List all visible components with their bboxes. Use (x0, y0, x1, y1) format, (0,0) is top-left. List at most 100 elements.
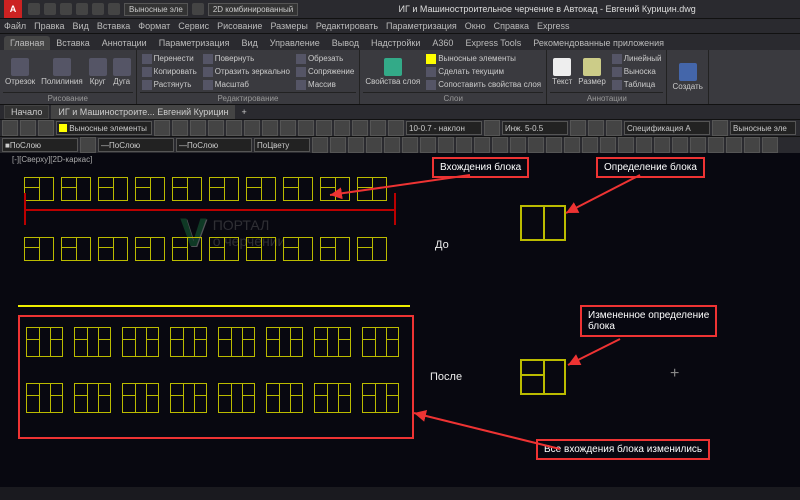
menu-draw[interactable]: Рисование (217, 21, 262, 31)
menu-view[interactable]: Вид (73, 21, 89, 31)
tb-icon[interactable] (190, 120, 206, 136)
add-doc-tab[interactable]: + (237, 107, 250, 117)
tb-icon[interactable] (208, 120, 224, 136)
tb-icon[interactable] (582, 137, 598, 153)
tb-icon[interactable] (388, 120, 404, 136)
polyline-button[interactable]: Полилиния (39, 57, 85, 87)
stretch-button[interactable]: Растянуть (140, 79, 199, 91)
create-button[interactable]: Создать (670, 62, 704, 92)
viewport-label[interactable]: [-][Сверху][2D-каркас] (12, 155, 92, 164)
tab-home[interactable]: Главная (4, 36, 50, 50)
menu-dims[interactable]: Размеры (270, 21, 307, 31)
tb-icon[interactable] (618, 137, 634, 153)
tb-icon[interactable] (528, 137, 544, 153)
tb-icon[interactable] (474, 137, 490, 153)
tab-insert[interactable]: Вставка (50, 36, 95, 50)
menu-format[interactable]: Формат (138, 21, 170, 31)
tb-icon[interactable] (244, 120, 260, 136)
scale-button[interactable]: Масштаб (201, 79, 292, 91)
tb-icon[interactable] (654, 137, 670, 153)
tb-icon[interactable] (570, 120, 586, 136)
qat-redo-icon[interactable] (92, 3, 104, 15)
menu-edit[interactable]: Правка (34, 21, 64, 31)
menu-modify[interactable]: Редактировать (316, 21, 378, 31)
tb-icon[interactable] (172, 120, 188, 136)
qat-print-icon[interactable] (108, 3, 120, 15)
mirror-button[interactable]: Отразить зеркально (201, 66, 292, 78)
tb-icon[interactable] (298, 120, 314, 136)
tb-icon[interactable] (726, 137, 742, 153)
table-button[interactable]: Таблица (610, 79, 664, 91)
tb-icon[interactable] (744, 137, 760, 153)
plotstyle-select[interactable]: ПоЦвету (254, 138, 310, 152)
text-button[interactable]: Текст (550, 57, 574, 87)
make-current-button[interactable]: Сделать текущим (424, 66, 543, 78)
tb-icon[interactable] (762, 137, 778, 153)
rotate-button[interactable]: Повернуть (201, 53, 292, 65)
qat-undo-icon[interactable] (76, 3, 88, 15)
tb-icon[interactable] (672, 137, 688, 153)
move-button[interactable]: Перенести (140, 53, 199, 65)
tab-manage[interactable]: Управление (264, 36, 326, 50)
tb-icon[interactable] (708, 137, 724, 153)
mleader-select[interactable]: Выносные эле (730, 121, 796, 135)
qat-save-icon[interactable] (60, 3, 72, 15)
tb-icon[interactable] (334, 120, 350, 136)
tab-param[interactable]: Параметризация (153, 36, 236, 50)
tb-icon[interactable] (316, 120, 332, 136)
app-logo[interactable]: A (4, 0, 22, 18)
tb-icon[interactable] (588, 120, 604, 136)
qat-new-icon[interactable] (28, 3, 40, 15)
tb-icon[interactable] (226, 120, 242, 136)
tb-icon[interactable] (546, 137, 562, 153)
doc-tab-dwg[interactable]: ИГ и Машиностроите... Евгений Курицин (51, 105, 235, 119)
layer-props-button[interactable]: Свойства слоя (363, 57, 422, 87)
circle-button[interactable]: Круг (87, 57, 109, 87)
tb-icon[interactable] (606, 120, 622, 136)
menu-param[interactable]: Параметризация (386, 21, 457, 31)
tb-icon[interactable] (690, 137, 706, 153)
tab-addins[interactable]: Надстройки (365, 36, 426, 50)
tb-icon[interactable] (384, 137, 400, 153)
tb-icon[interactable] (510, 137, 526, 153)
leader-button[interactable]: Выноска (610, 66, 664, 78)
match-layer-button[interactable]: Сопоставить свойства слоя (424, 79, 543, 91)
tb-icon[interactable] (402, 137, 418, 153)
qat-open-icon[interactable] (44, 3, 56, 15)
tb-icon[interactable] (370, 120, 386, 136)
linear-dim-button[interactable]: Линейный (610, 53, 664, 65)
tab-anno[interactable]: Аннотации (96, 36, 153, 50)
tb-icon[interactable] (262, 120, 278, 136)
menu-help[interactable]: Справка (494, 21, 529, 31)
tb-icon[interactable] (600, 137, 616, 153)
color-select[interactable]: ■ ПоСлою (2, 138, 78, 152)
menu-express[interactable]: Express (537, 21, 570, 31)
trim-button[interactable]: Обрезать (294, 53, 356, 65)
tab-apps[interactable]: Рекомендованные приложения (527, 36, 670, 50)
line-button[interactable]: Отрезок (3, 57, 37, 87)
tab-a360[interactable]: A360 (426, 36, 459, 50)
tb-icon[interactable] (420, 137, 436, 153)
fillet-button[interactable]: Сопряжение (294, 66, 356, 78)
lt-select[interactable]: — ПоСлою (176, 138, 252, 152)
lw-select[interactable]: — ПоСлою (98, 138, 174, 152)
doc-tab-start[interactable]: Начало (4, 105, 49, 119)
menu-file[interactable]: Файл (4, 21, 26, 31)
dim-button[interactable]: Размер (576, 57, 608, 87)
tb-icon[interactable] (80, 137, 96, 153)
layer-dropdown[interactable]: Выносные элементы (56, 121, 152, 135)
tb-icon[interactable] (456, 137, 472, 153)
tb-icon[interactable] (348, 137, 364, 153)
array-button[interactable]: Массив (294, 79, 356, 91)
menu-insert[interactable]: Вставка (97, 21, 130, 31)
tb-icon[interactable] (280, 120, 296, 136)
tb-icon[interactable] (154, 120, 170, 136)
qat-run-icon[interactable] (192, 3, 204, 15)
drawing-canvas[interactable]: [-][Сверху][2D-каркас] V ПОРТАЛо черчени… (0, 153, 800, 487)
tb-icon[interactable] (712, 120, 728, 136)
qat-layer-select[interactable]: Выносные эле (124, 3, 188, 16)
copy-button[interactable]: Копировать (140, 66, 199, 78)
menu-tools[interactable]: Сервис (178, 21, 209, 31)
qat-vs-select[interactable]: 2D комбинированный (208, 3, 298, 16)
tb-icon[interactable] (330, 137, 346, 153)
